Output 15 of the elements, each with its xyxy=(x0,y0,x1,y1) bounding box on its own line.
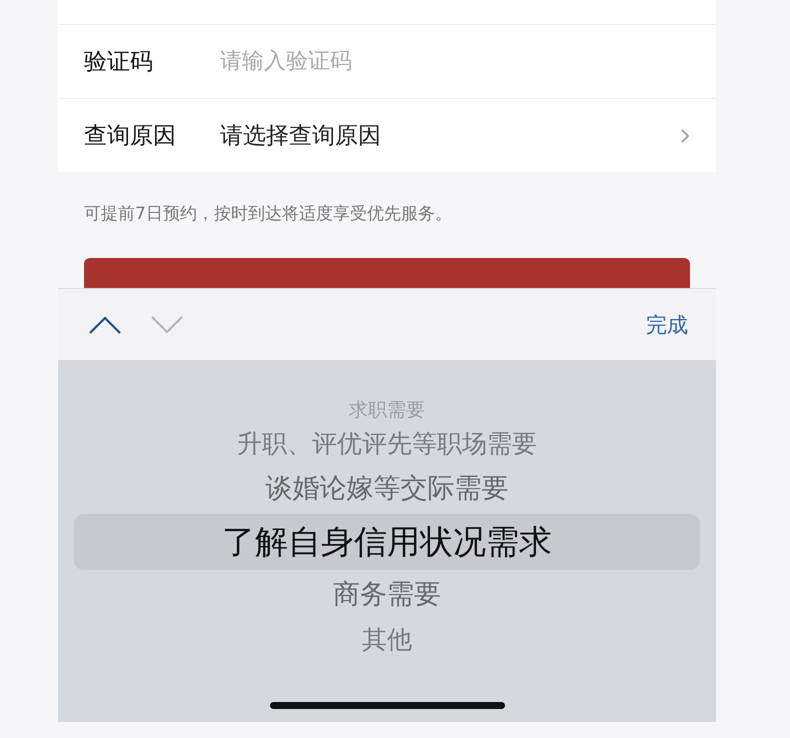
select-field[interactable]: 请选择查询原因 xyxy=(220,120,680,151)
submit-button[interactable] xyxy=(84,258,690,288)
picker-option[interactable]: 升职、评优评先等职场需要 xyxy=(58,424,716,464)
chevron-right-icon xyxy=(680,128,690,144)
picker-option[interactable]: 谈婚论嫁等交际需要 xyxy=(58,464,716,514)
chevron-down-icon[interactable] xyxy=(150,314,184,334)
picker-option[interactable]: 了解自身信用状况需求 xyxy=(74,514,700,570)
chevron-up-icon[interactable] xyxy=(88,314,122,334)
input-field[interactable]: 请输入验证码 xyxy=(220,49,690,74)
field-label: 验证码 xyxy=(84,48,154,77)
picker-option[interactable]: 其他 xyxy=(58,620,716,660)
hint-text: 可提前7日预约，按时到达将适度享受优先服务。 xyxy=(83,203,453,226)
picker-option[interactable]: 商务需要 xyxy=(58,570,716,620)
done-button[interactable]: 完成 xyxy=(646,310,688,338)
field-label: 查询原因 xyxy=(84,122,177,151)
